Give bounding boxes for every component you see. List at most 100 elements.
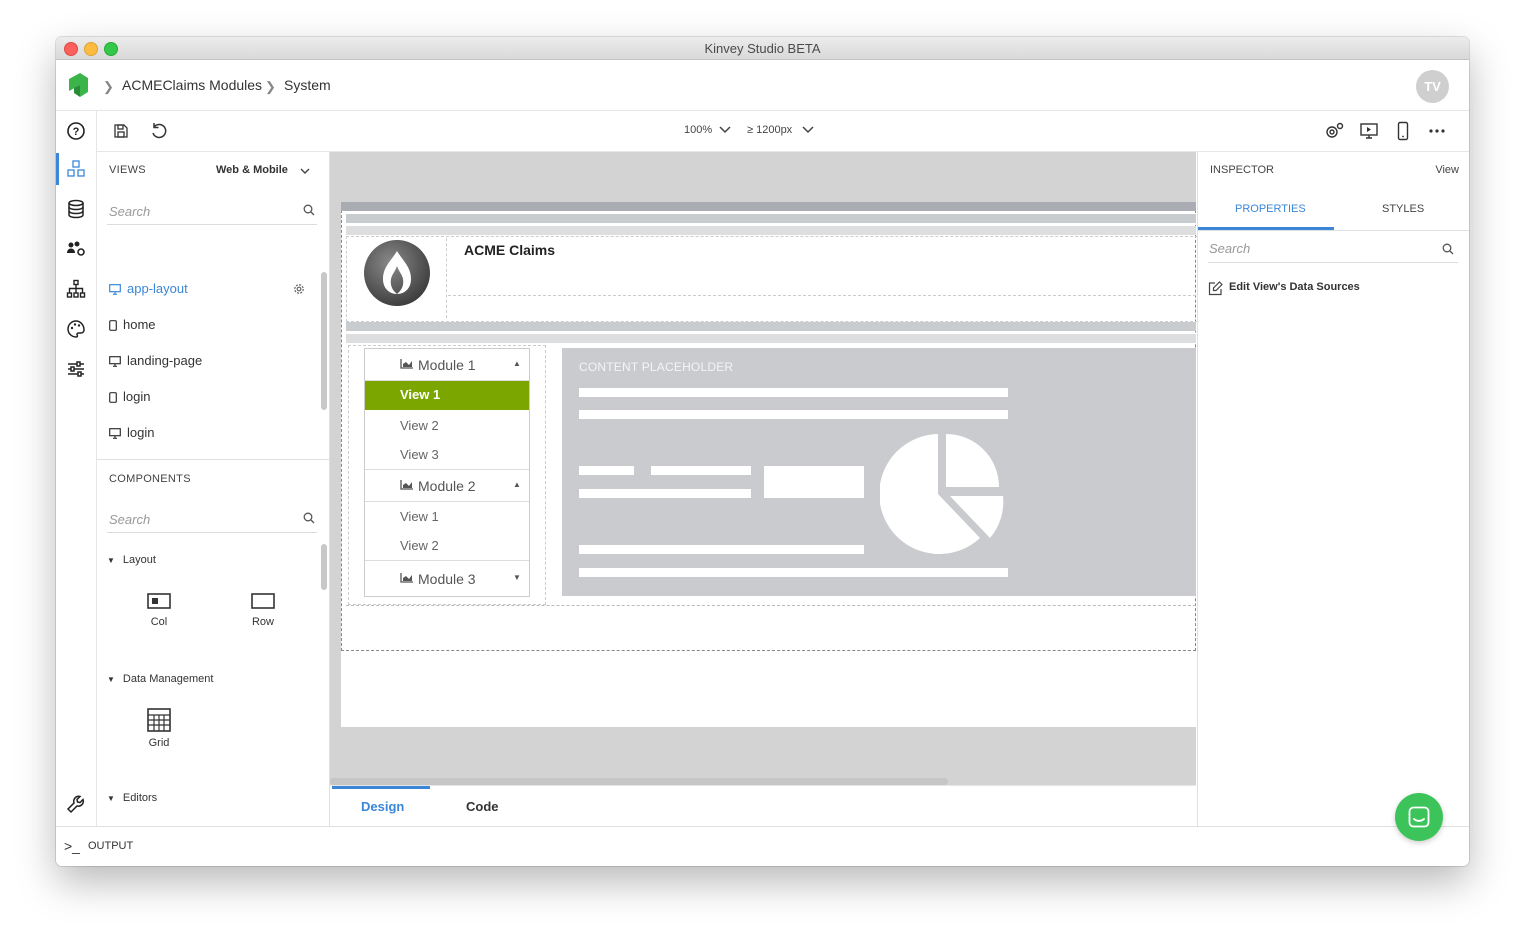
save-icon[interactable] [113, 123, 129, 139]
views-icon[interactable] [66, 159, 86, 179]
content-bottom-divider [346, 605, 1196, 607]
placeholder-line [579, 466, 634, 475]
inspector-search-input[interactable]: Search [1208, 236, 1458, 263]
desktop-icon [109, 284, 121, 295]
app-header-title: ACME Claims [464, 242, 556, 258]
nav-item-module2-view1[interactable]: View 1 [365, 502, 529, 531]
inspector-context: View [1435, 164, 1459, 176]
components-scrollbar[interactable] [321, 544, 327, 590]
preview-mobile-icon[interactable] [1397, 121, 1409, 141]
grid-icon [147, 708, 171, 732]
canvas-page[interactable]: ACME Claims Module 1 ▲ View 1 View 2 Vie… [341, 202, 1198, 727]
design-canvas[interactable]: ACME Claims Module 1 ▲ View 1 View 2 Vie… [330, 152, 1198, 826]
help-icon[interactable]: ? [66, 121, 86, 141]
sliders-icon[interactable] [66, 359, 86, 379]
nav-item-module1-view1[interactable]: View 1 [365, 381, 529, 410]
views-components-panel: VIEWS Web & Mobile Search app-layout hom… [97, 152, 330, 826]
col-icon [147, 593, 171, 609]
active-tab-indicator [1198, 227, 1334, 230]
views-section-title: VIEWS [109, 164, 146, 176]
kinvey-logo-icon[interactable] [66, 73, 90, 97]
more-options-icon[interactable] [1429, 129, 1445, 133]
mobile-icon [109, 320, 117, 331]
search-icon [1442, 243, 1454, 255]
palette-icon[interactable] [66, 319, 86, 339]
module-header-3[interactable]: Module 3 ▼ [365, 561, 529, 595]
nav-item-module2-view2[interactable]: View 2 [365, 531, 529, 561]
view-item-app-layout[interactable]: app-layout [109, 281, 188, 301]
desktop-icon [109, 428, 121, 439]
chart-icon [400, 480, 413, 490]
chart-icon [400, 359, 413, 369]
group-editors-toggle[interactable]: ▼ Editors [107, 792, 157, 804]
chevron-down-icon[interactable] [802, 126, 814, 134]
canvas-horizontal-scrollbar[interactable] [330, 778, 948, 785]
acme-logo-icon[interactable] [363, 239, 431, 307]
component-col[interactable]: Col [129, 593, 189, 628]
users-settings-icon[interactable] [66, 239, 86, 259]
tab-design[interactable]: Design [361, 799, 404, 814]
minimize-window-button[interactable] [84, 42, 98, 56]
preview-desktop-icon[interactable] [1360, 122, 1378, 140]
desktop-icon [109, 356, 121, 367]
sitemap-icon[interactable] [66, 279, 86, 299]
tab-styles[interactable]: STYLES [1382, 203, 1424, 215]
module-header-1[interactable]: Module 1 ▲ [365, 349, 529, 381]
tab-code[interactable]: Code [466, 799, 499, 814]
group-data-management-toggle[interactable]: ▼ Data Management [107, 673, 213, 685]
placeholder-block [764, 466, 864, 498]
svg-text:?: ? [73, 126, 80, 138]
breadcrumb-item-current[interactable]: System [284, 77, 331, 93]
chat-icon [1408, 806, 1430, 828]
header-divider [448, 295, 1196, 297]
components-section-title: COMPONENTS [109, 473, 191, 485]
view-item-login-mobile[interactable]: login [109, 389, 150, 409]
group-layout-toggle[interactable]: ▼ Layout [107, 554, 156, 566]
caret-down-icon: ▼ [107, 794, 115, 803]
chat-button[interactable] [1395, 793, 1443, 841]
chart-icon [400, 573, 413, 583]
output-bar[interactable]: >_ OUTPUT [56, 826, 1469, 866]
window-title: Kinvey Studio BETA [704, 41, 821, 56]
breakpoint-select[interactable]: ≥ 1200px [747, 124, 792, 136]
nav-item-module1-view2[interactable]: View 2 [365, 411, 529, 440]
placeholder-line [579, 388, 1008, 397]
component-grid[interactable]: Grid [129, 708, 189, 749]
views-filter-select[interactable]: Web & Mobile [216, 164, 288, 176]
user-avatar[interactable]: TV [1416, 70, 1449, 103]
zoom-window-button[interactable] [104, 42, 118, 56]
nav-item-module1-view3[interactable]: View 3 [365, 440, 529, 470]
components-search-input[interactable]: Search [107, 506, 317, 533]
wrench-icon[interactable] [66, 794, 86, 814]
views-search-input[interactable]: Search [107, 198, 317, 225]
tab-properties[interactable]: PROPERTIES [1235, 203, 1306, 215]
zoom-select[interactable]: 100% [684, 124, 712, 136]
database-icon[interactable] [66, 199, 86, 219]
breadcrumb-item-project[interactable]: ACMEClaims Modules [122, 77, 262, 93]
view-item-landing-page[interactable]: landing-page [109, 353, 202, 373]
chevron-down-icon[interactable] [719, 126, 731, 134]
inspector-tabs: PROPERTIES STYLES [1198, 188, 1469, 231]
content-placeholder[interactable]: CONTENT PLACEHOLDER [562, 348, 1196, 596]
views-scrollbar[interactable] [321, 272, 327, 410]
placeholder-line [579, 545, 864, 554]
undo-icon[interactable] [150, 122, 168, 140]
header-bar [346, 214, 1196, 223]
inspector-panel: INSPECTOR View PROPERTIES STYLES Search … [1197, 152, 1469, 826]
component-row[interactable]: Row [233, 593, 293, 628]
header-bar [346, 226, 1196, 235]
close-window-button[interactable] [64, 42, 78, 56]
caret-down-icon: ▼ [107, 675, 115, 684]
module-navigation: Module 1 ▲ View 1 View 2 View 3 Module 2… [364, 348, 530, 597]
output-label: OUTPUT [88, 840, 134, 852]
chevron-down-icon[interactable] [300, 168, 310, 175]
module-header-2[interactable]: Module 2 ▲ [365, 470, 529, 502]
view-item-home[interactable]: home [109, 317, 156, 337]
title-bar: Kinvey Studio BETA [56, 37, 1469, 60]
breadcrumb-separator-icon: ❯ [265, 79, 276, 94]
gear-icon[interactable] [292, 282, 306, 296]
settings-gears-icon[interactable] [1324, 122, 1344, 140]
search-icon [303, 204, 315, 216]
view-item-login-desktop[interactable]: login [109, 425, 154, 445]
breadcrumb-separator-icon: ❯ [103, 79, 114, 94]
